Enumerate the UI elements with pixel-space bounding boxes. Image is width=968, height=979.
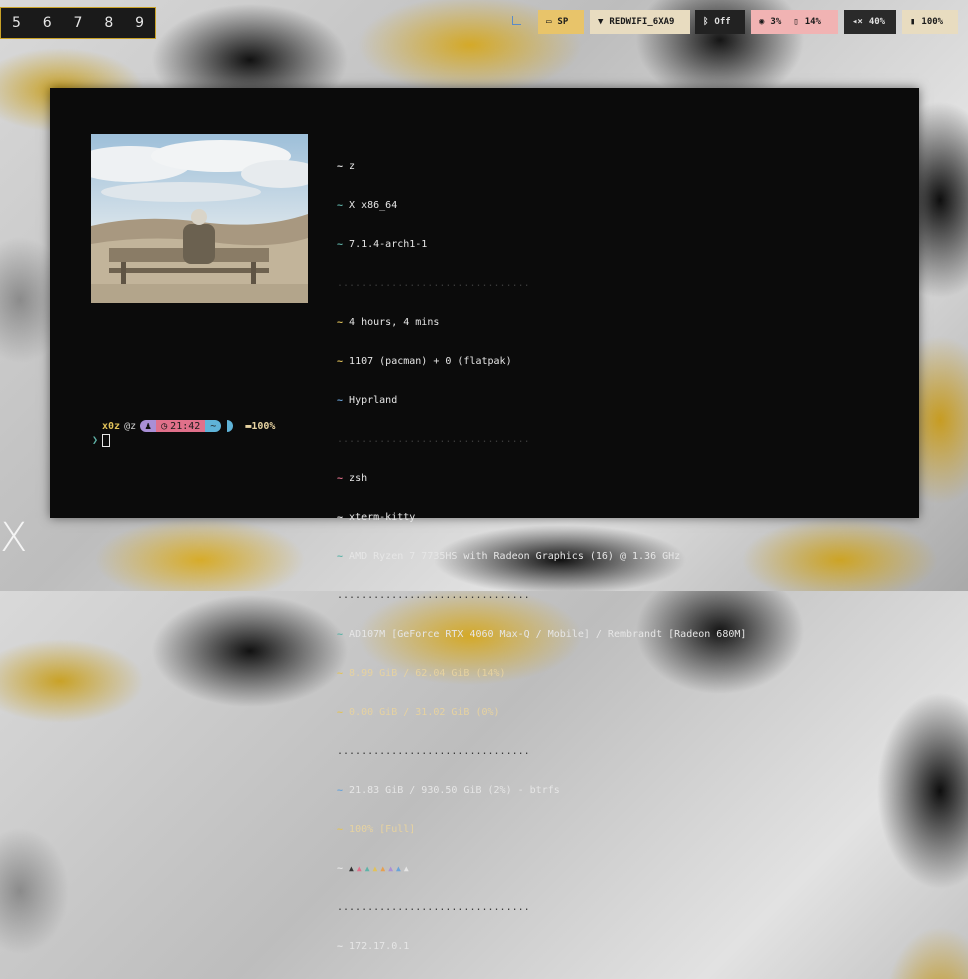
- battery-icon: ▮: [910, 17, 916, 27]
- prompt-os-segment: ♟: [140, 420, 157, 432]
- keyboard-layout-label: SP: [557, 17, 569, 27]
- fetch-row-gpu: ~ AD107M [GeForce RTX 4060 Max-Q / Mobil…: [337, 629, 747, 640]
- shell-prompt-status: x0z @z ♟ ◷ 21:42 ~ ▬100%: [102, 420, 275, 432]
- fetch-row-shell: ~ zsh: [337, 473, 368, 484]
- color-swatch-icon: ▲: [372, 864, 378, 873]
- prompt-time: 21:42: [170, 420, 201, 432]
- color-swatch-icon: ▲: [356, 864, 362, 873]
- prompt-battery-value: 100%: [251, 420, 276, 432]
- volume-icon: ◂×: [852, 17, 863, 27]
- fetch-kernel: 7.1.4-arch1-1: [349, 239, 428, 250]
- fetch-packages: 1107 (pacman) + 0 (flatpak): [349, 356, 512, 367]
- fetch-uptime: 4 hours, 4 mins: [349, 317, 440, 328]
- fetch-os: X x86_64: [349, 200, 398, 211]
- fetch-row-os: ~ X x86_64: [337, 200, 398, 211]
- fetch-row-kernel: ~ 7.1.4-arch1-1: [337, 239, 428, 250]
- bluetooth-module[interactable]: ᛒ Off: [695, 10, 745, 34]
- bench-photo: [91, 134, 308, 303]
- wifi-module[interactable]: ▼ REDWIFI_6XA9: [590, 10, 690, 34]
- fetch-cpu: AMD Ryzen 7 7735HS with Radeon Graphics …: [349, 551, 681, 562]
- cpu-gauge-icon: ◉: [759, 17, 765, 27]
- cpu-usage: 3%: [770, 17, 782, 27]
- terminal-window[interactable]: ~ z ~ X x86_64 ~ 7.1.4-arch1-1 .........…: [50, 88, 919, 952]
- fetch-user: z: [349, 161, 356, 172]
- prompt-time-segment: ◷ 21:42: [156, 420, 206, 432]
- fetch-separator: ................................: [337, 746, 530, 757]
- workspace-6[interactable]: 6: [32, 15, 63, 31]
- prompt-host: @z: [124, 420, 137, 432]
- workspace-switcher: 5 6 7 8 9: [0, 7, 156, 39]
- fetch-separator: ................................: [337, 278, 530, 289]
- prompt-user: x0z: [102, 420, 121, 432]
- fetch-wm: Hyprland: [349, 395, 398, 406]
- window-marker-icon: [512, 16, 521, 25]
- text-cursor: [102, 434, 111, 447]
- memory-usage: 14%: [804, 17, 821, 27]
- color-swatch-icon: ▲: [388, 864, 394, 873]
- color-swatch-icon: ▲: [364, 864, 370, 873]
- fetch-shell: zsh: [349, 473, 368, 484]
- prompt-battery: ▬100%: [245, 421, 275, 432]
- fetch-swap: 0.00 GiB / 31.02 GiB (0%): [349, 707, 500, 718]
- wifi-icon: ▼: [598, 17, 604, 27]
- memory-icon: ▯: [793, 17, 799, 27]
- fetch-disk: 21.83 GiB / 930.50 GiB (2%) - btrfs: [349, 785, 560, 796]
- clock-icon: ◷: [161, 420, 168, 432]
- keyboard-layout-module[interactable]: ▭ SP: [538, 10, 584, 34]
- workspace-9[interactable]: 9: [124, 15, 155, 31]
- workspace-8[interactable]: 8: [93, 15, 124, 31]
- color-swatch-icon: ▲: [349, 864, 354, 873]
- fetch-row-colors: ~ ▲ ▲ ▲ ▲ ▲ ▲ ▲ ▲: [337, 863, 409, 874]
- shell-input-line[interactable]: ❯: [92, 434, 111, 447]
- bluetooth-icon: ᛒ: [703, 17, 709, 27]
- prompt-symbol: ❯: [92, 435, 99, 446]
- battery-level: 100%: [921, 17, 944, 27]
- x-logo-icon: X: [0, 515, 28, 561]
- fetch-separator: ................................: [337, 902, 530, 913]
- fetch-gpu: AD107M [GeForce RTX 4060 Max-Q / Mobile]…: [349, 629, 747, 640]
- color-swatch-icon: ▲: [396, 864, 401, 873]
- fetch-row-cpu: ~ AMD Ryzen 7 7735HS with Radeon Graphic…: [337, 551, 681, 562]
- fetch-row-memory: ~ 8.99 GiB / 62.04 GiB (14%): [337, 668, 506, 679]
- volume-module[interactable]: ◂× 40%: [844, 10, 896, 34]
- fetch-memory: 8.99 GiB / 62.04 GiB (14%): [349, 668, 506, 679]
- color-swatch-icon: ▲: [380, 864, 386, 873]
- fetch-row-disk: ~ 21.83 GiB / 930.50 GiB (2%) - btrfs: [337, 785, 560, 796]
- prompt-dir-segment: ~: [205, 420, 222, 432]
- battery-module[interactable]: ▮ 100%: [902, 10, 958, 34]
- wifi-ssid: REDWIFI_6XA9: [609, 17, 675, 27]
- fetch-row-battery: ~ 100% [Full]: [337, 824, 416, 835]
- prompt-dir: ~: [210, 420, 217, 432]
- workspace-5[interactable]: 5: [1, 15, 32, 31]
- color-swatch-icon: ▲: [403, 864, 409, 873]
- fetch-row-terminal: ~ xterm-kitty: [337, 512, 416, 523]
- fetch-ip: 172.17.0.1: [349, 941, 410, 952]
- fetch-info-panel: ~ z ~ X x86_64 ~ 7.1.4-arch1-1 .........…: [337, 134, 746, 979]
- system-usage-module[interactable]: ◉ 3% ▯ 14%: [751, 10, 838, 34]
- prompt-end-cap: [227, 420, 234, 432]
- fetch-logo-image: [91, 134, 308, 303]
- volume-level: 40%: [868, 17, 886, 27]
- fetch-row-ip: ~ 172.17.0.1: [337, 941, 410, 952]
- fetch-row-swap: ~ 0.00 GiB / 31.02 GiB (0%): [337, 707, 500, 718]
- keyboard-icon: ▭: [546, 17, 552, 27]
- fetch-battery: 100% [Full]: [349, 824, 416, 835]
- fetch-row-wm: ~ Hyprland: [337, 395, 398, 406]
- bluetooth-status: Off: [714, 17, 731, 27]
- fetch-row-uptime: ~ 4 hours, 4 mins: [337, 317, 440, 328]
- fetch-row-user: ~ z: [337, 161, 356, 172]
- fetch-terminal: xterm-kitty: [349, 512, 416, 523]
- workspace-7[interactable]: 7: [63, 15, 94, 31]
- fetch-separator: ................................: [337, 434, 530, 445]
- fetch-row-packages: ~ 1107 (pacman) + 0 (flatpak): [337, 356, 512, 367]
- tux-icon: ♟: [145, 420, 152, 432]
